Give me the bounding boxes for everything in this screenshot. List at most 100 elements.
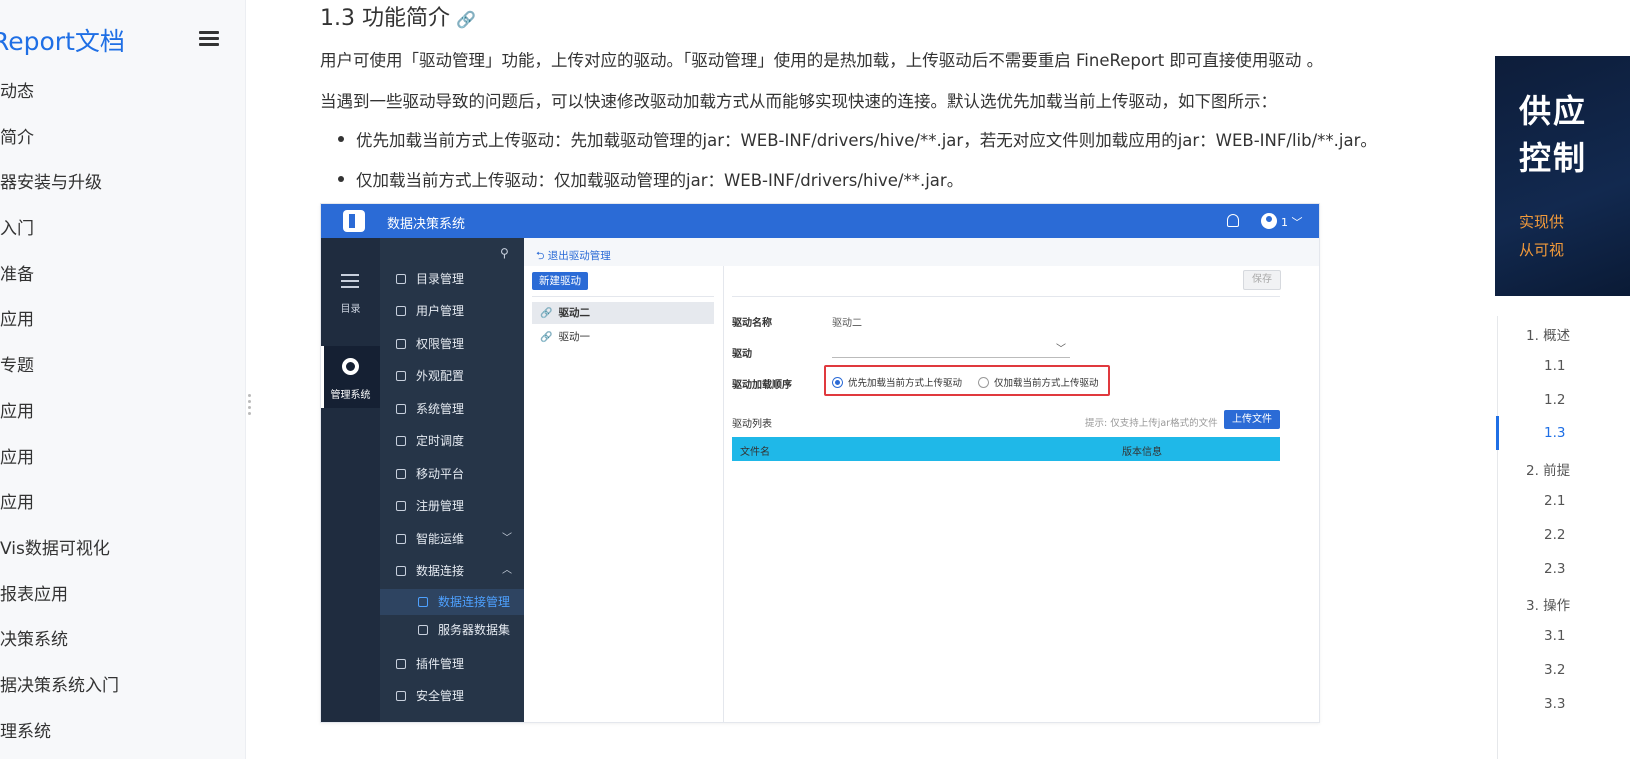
menu-item: 数据连接管理	[380, 589, 524, 615]
nav-item[interactable]: Vis数据可视化	[0, 535, 245, 581]
user-name: 1	[1281, 216, 1288, 229]
nav-item[interactable]: 理系统	[0, 718, 245, 759]
toc-item[interactable]: 2.2	[1544, 527, 1565, 543]
menu-item-label: 注册管理	[416, 499, 465, 513]
radio-priority-load: 优先加载当前方式上传驱动	[832, 375, 962, 389]
ad-headline: 控制	[1519, 139, 1588, 177]
section-heading: 1.3 功能简介 🔗	[320, 0, 476, 32]
menu-item: 目录管理	[380, 266, 524, 292]
toc-item[interactable]: 3.2	[1544, 662, 1565, 678]
rail-catalog-label: 目录	[340, 304, 361, 315]
catalog-icon	[396, 274, 406, 284]
radio-dot	[832, 377, 843, 388]
gear-icon	[396, 404, 406, 414]
driver-item: 🔗 驱动一	[532, 326, 714, 348]
nav-item[interactable]: 决策系统	[0, 626, 245, 672]
embedded-screenshot: 数据决策系统 1 ﹀ 目录 管理系统 ⚲ 目录管理用户管理权限管理外观配置系统管…	[320, 203, 1320, 723]
menu-item-label: 安全管理	[416, 689, 465, 703]
nav-item[interactable]: 报表应用	[0, 581, 245, 627]
divider	[732, 296, 1280, 297]
nav-item[interactable]: 简介	[0, 124, 245, 170]
shield-icon	[396, 339, 406, 349]
toc-item[interactable]: 2.3	[1544, 561, 1565, 577]
driver-name: 驱动二	[558, 307, 590, 319]
nav-item[interactable]: 准备	[0, 261, 245, 307]
ad-subline: 从可视	[1519, 241, 1565, 259]
toc-item[interactable]: 2.1	[1544, 493, 1565, 509]
nav-item[interactable]: 动态	[0, 78, 245, 124]
toc-item[interactable]: 3. 操作	[1526, 594, 1570, 614]
user-avatar-icon	[1261, 213, 1277, 229]
nav-item[interactable]: 应用	[0, 444, 245, 490]
toc-item[interactable]: 2. 前提	[1526, 459, 1570, 479]
nav-item[interactable]: 据决策系统入门	[0, 672, 245, 718]
menu-item-label: 数据连接管理	[438, 595, 511, 609]
file-table-header: 文件名 版本信息	[732, 437, 1280, 461]
radio-label: 优先加载当前方式上传驱动	[848, 378, 963, 389]
menu-item: 数据连接 ︿	[380, 558, 524, 584]
radio-only-load: 仅加载当前方式上传驱动	[978, 375, 1099, 389]
nav-item[interactable]: 应用	[0, 489, 245, 535]
sidebar-resize-handle[interactable]	[248, 394, 252, 418]
bell-icon	[1227, 214, 1239, 227]
menu-item-label: 用户管理	[416, 304, 465, 318]
upload-hint: 提示: 仅支持上传jar格式的文件	[1085, 418, 1218, 429]
toc-item[interactable]: 3.1	[1544, 628, 1565, 644]
new-driver-button: 新建驱动	[532, 272, 588, 290]
dataset-icon	[418, 625, 428, 635]
nav-item[interactable]: 应用	[0, 306, 245, 352]
menu-item-label: 数据连接	[416, 564, 465, 578]
section-heading-text: 1.3 功能简介	[320, 6, 450, 31]
menu-item: 移动平台	[380, 461, 524, 487]
save-button: 保存	[1243, 270, 1281, 290]
menu-item-label: 目录管理	[416, 272, 465, 286]
ad-banner[interactable]: 供应 控制 实现供 从可视	[1495, 56, 1630, 296]
driver-list-pane: 新建驱动 🔗 驱动二 🔗 驱动一	[524, 266, 724, 722]
link-icon: 🔗	[540, 308, 553, 319]
nav-item[interactable]: 专题	[0, 352, 245, 398]
toc-item[interactable]: 3.3	[1544, 696, 1565, 712]
load-order-label: 驱动加载顺序	[732, 380, 792, 391]
chevron-icon: ︿	[502, 565, 512, 576]
hamburger-menu-icon[interactable]	[199, 31, 219, 49]
menu-item: 外观配置	[380, 363, 524, 389]
pin-icon: ⚲	[500, 246, 509, 260]
back-strip	[524, 238, 1319, 266]
app-topbar: 数据决策系统 1 ﹀	[321, 204, 1319, 238]
menu-item-label: 权限管理	[416, 337, 465, 351]
menu-item: 定时调度	[380, 428, 524, 454]
nav-item[interactable]: 入门	[0, 215, 245, 261]
driver-list-label: 驱动列表	[732, 419, 772, 430]
driver-name-label: 驱动名称	[732, 318, 772, 329]
divider	[532, 296, 714, 297]
menu-item: 插件管理	[380, 651, 524, 677]
anchor-link-icon[interactable]: 🔗	[456, 10, 476, 29]
app-rail: 目录 管理系统	[321, 238, 380, 722]
column-header: 版本信息	[1122, 447, 1162, 458]
toc-item[interactable]: 1.2	[1544, 392, 1565, 408]
menu-item: 智能运维 ﹀	[380, 526, 524, 552]
menu-item: 注册管理	[380, 493, 524, 519]
toc-item[interactable]: 1. 概述	[1526, 324, 1570, 344]
toc-item[interactable]: 1.3	[1544, 425, 1565, 441]
menu-item: 安全管理	[380, 683, 524, 709]
mobile-icon	[396, 469, 406, 479]
ad-subline: 实现供	[1519, 213, 1565, 231]
column-header: 文件名	[740, 447, 770, 458]
driver-name-value: 驱动二	[832, 318, 862, 329]
doc-sidebar: Report文档 动态 简介 器安装与升级 入门 准备 应用 专题 应用 应用 …	[0, 0, 246, 759]
table-of-contents: 1. 概述 1.1 1.2 1.3 2. 前提 2.1 2.2 2.3 3. 操作 3.1 3.2 3…	[1496, 316, 1630, 759]
menu-item-label: 智能运维	[416, 532, 465, 546]
app-side-menu: ⚲ 目录管理用户管理权限管理外观配置系统管理定时调度移动平台注册管理智能运维 ﹀ 数…	[380, 238, 524, 722]
doc-site-title[interactable]: Report文档	[0, 22, 125, 58]
bullet-item: 优先加载当前方式上传驱动：先加载驱动管理的jar：WEB-INF/drivers…	[338, 127, 1377, 151]
bullet-text: 仅加载当前方式上传驱动：仅加载驱动管理的jar：WEB-INF/drivers/…	[356, 171, 964, 190]
toc-active-marker	[1496, 416, 1499, 450]
upload-file-button: 上传文件	[1224, 410, 1280, 429]
app-title: 数据决策系统	[387, 217, 466, 232]
nav-item[interactable]: 器安装与升级	[0, 169, 245, 215]
connection-icon	[418, 597, 428, 607]
nav-item[interactable]: 应用	[0, 398, 245, 444]
menu-item: 系统管理	[380, 396, 524, 422]
toc-item[interactable]: 1.1	[1544, 358, 1565, 374]
